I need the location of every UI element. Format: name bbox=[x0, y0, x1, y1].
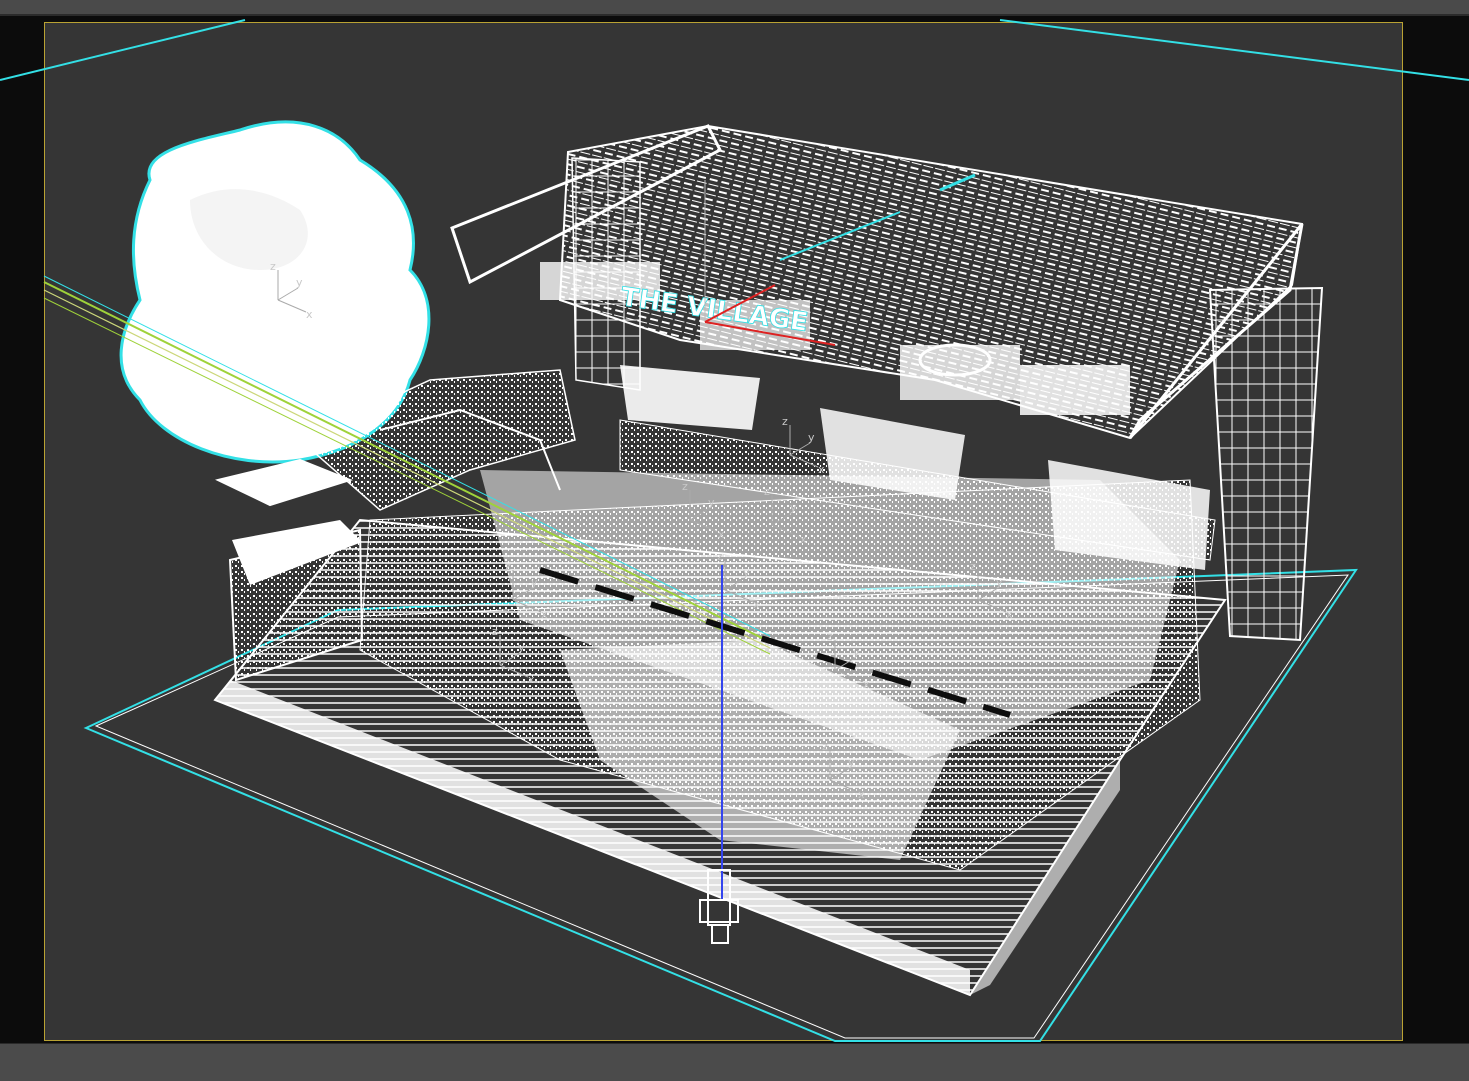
gizmo-axis-z-label: z bbox=[717, 550, 723, 563]
gizmo-axis-y-label: y bbox=[808, 431, 815, 444]
gizmo-axis-z-label: z bbox=[505, 560, 511, 573]
gizmo-axis-y-label: y bbox=[518, 641, 525, 654]
gizmo-axis-z-label: z bbox=[970, 560, 976, 573]
gizmo-axis-x-label: x bbox=[863, 678, 870, 691]
gizmo-axis-x-label: x bbox=[541, 608, 548, 621]
gizmo-axis-x-label: x bbox=[858, 788, 865, 801]
gizmo-axis-x-label: x bbox=[1006, 608, 1013, 621]
gizmo-axis-x-label: x bbox=[753, 598, 760, 611]
wireframe-scene[interactable]: THE VILLAGE zyxzyxzyxzyxzyxzyxzyxzyxzyxz… bbox=[0, 0, 1469, 1080]
gizmo-axis-y-label: y bbox=[296, 276, 303, 289]
gizmo-axis-x-label: x bbox=[818, 463, 825, 476]
planter-back-1[interactable] bbox=[620, 365, 760, 430]
gizmo-axis-y-label: y bbox=[790, 501, 797, 514]
gizmo-axis-y-label: y bbox=[531, 576, 538, 589]
gizmo-axis-x-label: x bbox=[800, 533, 807, 546]
camera-frustum-line bbox=[999, 19, 1469, 81]
gizmo-axis-x-label: x bbox=[306, 308, 313, 321]
gizmo-axis-z-label: z bbox=[682, 480, 688, 493]
gizmo-axis-y-label: y bbox=[996, 576, 1003, 589]
gizmo-axis-z-label: z bbox=[827, 630, 833, 643]
gizmo-axis-x-label: x bbox=[718, 528, 725, 541]
gizmo-axis-x-label: x bbox=[528, 673, 535, 686]
gizmo-axis-y-label: y bbox=[708, 496, 715, 509]
gizmo-axis-y-label: y bbox=[853, 646, 860, 659]
gizmo-axis-z-label: z bbox=[822, 740, 828, 753]
gizmo-axis-z-label: z bbox=[764, 485, 770, 498]
gizmo-axis-z-label: z bbox=[270, 260, 276, 273]
camera-frustum-line bbox=[0, 19, 246, 81]
gizmo-axis-z-label: z bbox=[782, 415, 788, 428]
gizmo-axis-y-label: y bbox=[743, 566, 750, 579]
gizmo-axis-y-label: y bbox=[848, 756, 855, 769]
gizmo-axis-z-label: z bbox=[492, 625, 498, 638]
